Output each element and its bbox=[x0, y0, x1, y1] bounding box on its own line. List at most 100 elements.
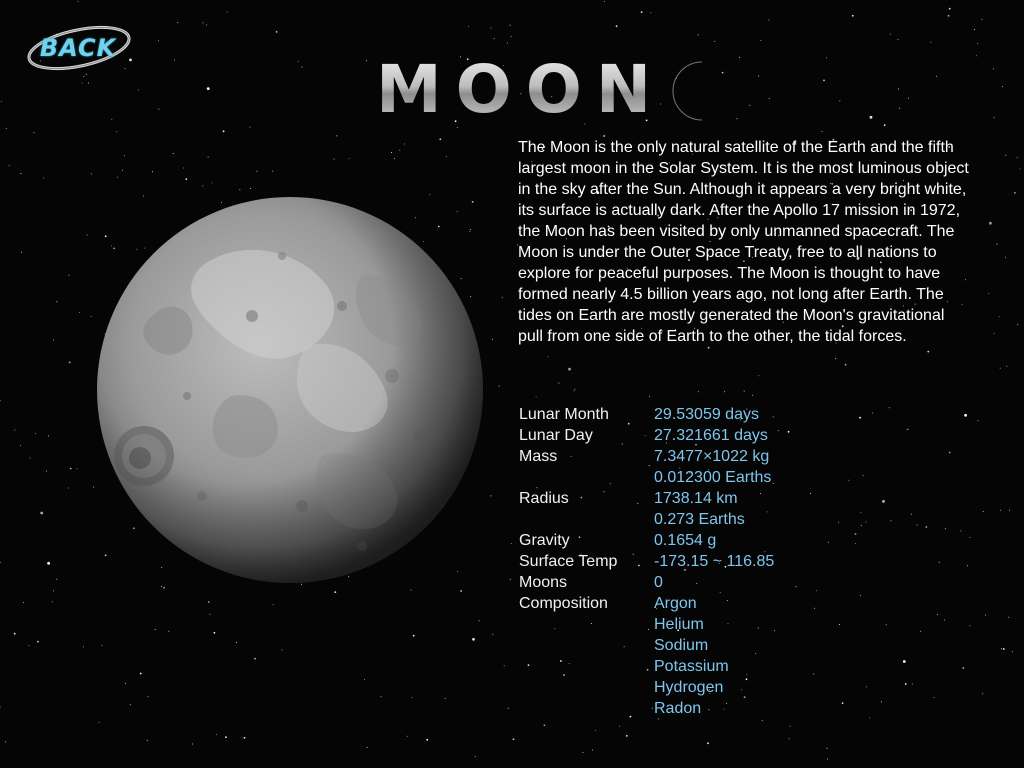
star bbox=[478, 620, 480, 622]
star bbox=[20, 445, 22, 447]
star bbox=[851, 14, 854, 17]
star bbox=[226, 11, 228, 13]
star bbox=[512, 738, 515, 741]
star bbox=[595, 729, 597, 731]
star bbox=[0, 562, 1, 563]
star bbox=[125, 682, 127, 684]
star bbox=[272, 604, 274, 606]
star bbox=[492, 338, 494, 340]
star bbox=[501, 296, 503, 298]
fact-row: Gravity 0.1654 g bbox=[519, 530, 939, 551]
star bbox=[998, 316, 1000, 318]
star bbox=[1005, 154, 1007, 156]
fact-value: Sodium bbox=[654, 637, 709, 654]
fact-label: Radius bbox=[519, 490, 569, 507]
star bbox=[20, 173, 22, 174]
fact-label: Gravity bbox=[519, 532, 570, 549]
star bbox=[948, 7, 951, 10]
star bbox=[444, 697, 446, 699]
star bbox=[83, 76, 85, 78]
star bbox=[509, 24, 511, 26]
star bbox=[1001, 648, 1003, 650]
star bbox=[56, 301, 58, 303]
star bbox=[897, 38, 899, 40]
star bbox=[707, 742, 709, 745]
star bbox=[490, 27, 492, 29]
star bbox=[68, 361, 71, 364]
star bbox=[823, 79, 825, 82]
fact-label: Lunar Month bbox=[519, 406, 609, 423]
star bbox=[582, 751, 584, 753]
star bbox=[53, 590, 55, 592]
fact-value: 7.3477×1022 kg bbox=[654, 448, 770, 465]
facts-table: Lunar Month 29.53059 days Lunar Day 27.3216… bbox=[519, 404, 939, 719]
star bbox=[707, 346, 710, 349]
star bbox=[826, 57, 827, 59]
fact-row: Potassium bbox=[519, 656, 939, 677]
star bbox=[1000, 509, 1002, 511]
star bbox=[138, 89, 140, 91]
fact-value: Helium bbox=[654, 616, 704, 633]
star bbox=[301, 66, 303, 68]
star bbox=[439, 138, 442, 141]
star bbox=[615, 25, 618, 28]
star bbox=[47, 561, 50, 565]
star bbox=[930, 41, 932, 43]
star bbox=[158, 108, 160, 110]
star bbox=[391, 152, 393, 153]
star bbox=[14, 429, 16, 431]
star bbox=[788, 738, 790, 740]
star bbox=[8, 165, 10, 167]
star bbox=[98, 721, 100, 723]
star bbox=[640, 11, 643, 14]
star bbox=[568, 367, 571, 371]
star bbox=[37, 640, 39, 643]
fact-value: Radon bbox=[654, 700, 702, 717]
star bbox=[650, 12, 652, 14]
star bbox=[1008, 616, 1010, 618]
star bbox=[826, 747, 828, 749]
star bbox=[558, 382, 560, 384]
fact-value: 0.273 Earths bbox=[654, 511, 745, 528]
star bbox=[472, 637, 475, 641]
star bbox=[207, 156, 209, 158]
star bbox=[426, 738, 429, 741]
star bbox=[619, 725, 621, 727]
fact-row: Radius 1738.14 km bbox=[519, 488, 939, 509]
star bbox=[993, 117, 995, 119]
star bbox=[724, 391, 726, 393]
fact-row: 0.273 Earths bbox=[519, 509, 939, 530]
star bbox=[68, 487, 69, 489]
star bbox=[760, 39, 762, 41]
star bbox=[988, 293, 990, 295]
fact-value: Potassium bbox=[654, 658, 729, 675]
star bbox=[603, 1, 605, 2]
star bbox=[738, 56, 740, 58]
star bbox=[510, 542, 512, 544]
star bbox=[213, 631, 216, 634]
star bbox=[29, 457, 31, 459]
fact-row: Helium bbox=[519, 614, 939, 635]
star bbox=[222, 130, 225, 133]
back-button[interactable]: BACK bbox=[24, 22, 134, 74]
star bbox=[0, 100, 2, 102]
star bbox=[969, 537, 971, 538]
star bbox=[468, 25, 470, 27]
star bbox=[206, 87, 210, 90]
star bbox=[272, 170, 274, 172]
star bbox=[147, 696, 149, 698]
star bbox=[960, 530, 962, 532]
star bbox=[33, 132, 35, 134]
star bbox=[256, 170, 258, 172]
star bbox=[43, 177, 45, 179]
page-title-block: MOON bbox=[376, 50, 736, 130]
star bbox=[297, 60, 299, 62]
star bbox=[962, 667, 965, 669]
star bbox=[982, 511, 984, 513]
star bbox=[826, 758, 828, 760]
star bbox=[101, 644, 103, 646]
star bbox=[889, 33, 891, 35]
fact-label: Surface Temp bbox=[519, 553, 618, 570]
fact-value: Hydrogen bbox=[654, 679, 724, 696]
star bbox=[380, 696, 382, 698]
